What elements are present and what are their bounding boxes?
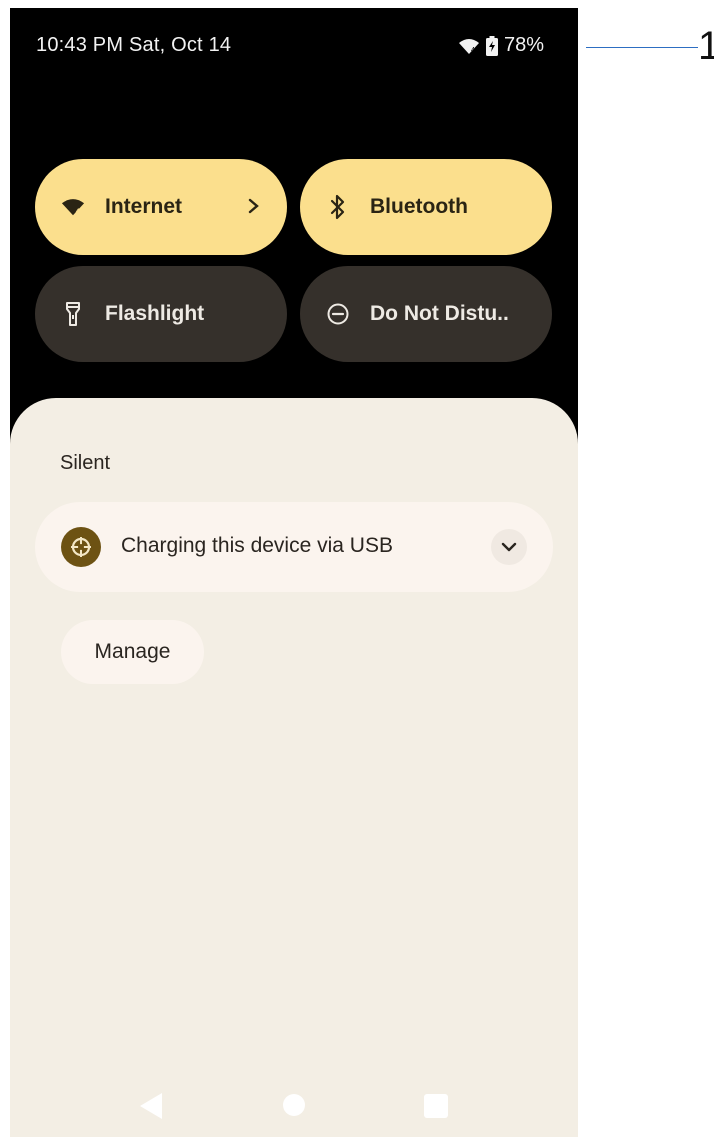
callout-number: 1 [698,24,714,68]
wifi-icon: 4 [61,195,85,219]
recents-icon[interactable] [424,1094,448,1118]
notification-title: Charging this device via USB [121,534,393,557]
home-icon[interactable] [283,1094,305,1116]
expand-button[interactable] [491,529,527,565]
bluetooth-icon [326,194,350,220]
callout-line [586,47,698,48]
status-time-date: 10:43 PM Sat, Oct 14 [36,34,232,56]
battery-charging-icon [485,35,498,56]
phone-screen: 10:43 PM Sat, Oct 14 4 78% 4 Internet Bl… [10,8,578,1137]
android-system-icon [61,527,101,567]
back-icon[interactable] [138,1091,164,1121]
do-not-disturb-icon [326,302,350,326]
notification-card[interactable]: Charging this device via USB [35,502,553,592]
manage-button[interactable]: Manage [61,620,204,684]
section-label-silent: Silent [60,452,111,474]
tile-flashlight[interactable]: Flashlight [35,266,287,362]
tile-bluetooth[interactable]: Bluetooth [300,159,552,255]
svg-text:4: 4 [76,206,81,215]
chevron-right-icon [248,198,259,214]
status-bar: 10:43 PM Sat, Oct 14 4 78% [10,8,578,84]
tile-label: Internet [105,195,183,218]
status-icons: 4 78% [458,34,544,57]
navigation-bar [10,1072,578,1132]
tile-label: Flashlight [105,302,205,325]
chevron-down-icon [501,542,517,552]
svg-text:4: 4 [471,47,475,54]
tile-label: Do Not Distu.. [370,302,509,325]
wifi-icon: 4 [458,38,479,54]
tile-internet[interactable]: 4 Internet [35,159,287,255]
battery-percent: 78% [503,34,544,56]
flashlight-icon [61,302,85,326]
tile-do-not-disturb[interactable]: Do Not Distu.. [300,266,552,362]
tile-label: Bluetooth [370,195,468,218]
